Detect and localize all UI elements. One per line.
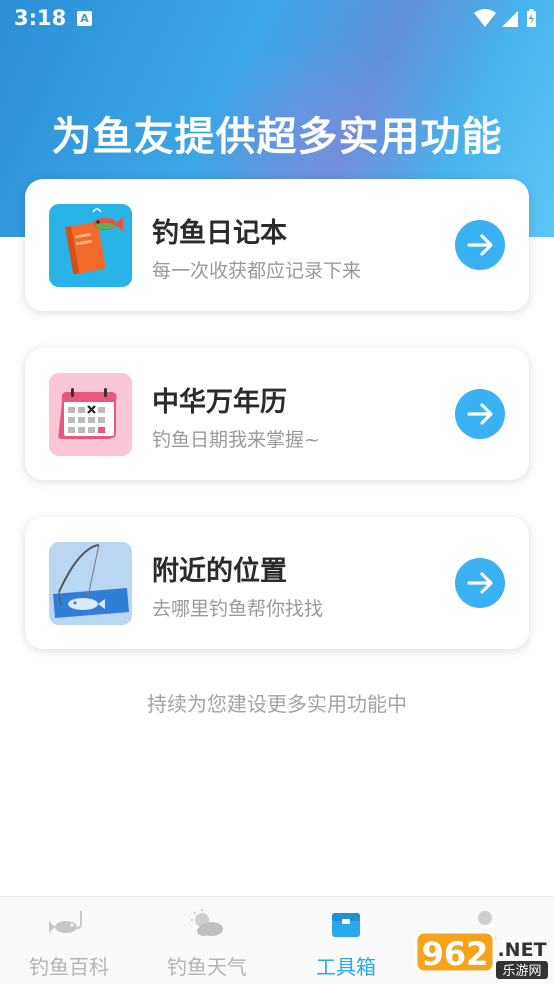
- hero-title: 为鱼友提供超多实用功能: [51, 114, 503, 160]
- fishing-location-icon: [49, 542, 132, 625]
- footer-note: 持续为您建设更多实用功能中: [147, 692, 407, 716]
- card-subtitle: 每一次收获都应记录下来: [152, 260, 362, 282]
- card-title: 中华万年历: [152, 387, 287, 418]
- card-title: 附近的位置: [152, 556, 287, 587]
- card-subtitle: 钓鱼日期我来掌握~: [152, 429, 320, 451]
- card-calendar[interactable]: 中华万年历 钓鱼日期我来掌握~: [25, 348, 529, 480]
- wifi-icon: [474, 9, 496, 27]
- card-fishing-diary[interactable]: 钓鱼日记本 每一次收获都应记录下来: [25, 179, 529, 311]
- tab-label: 钓鱼百科: [29, 955, 109, 979]
- fish-hook-icon: [49, 911, 82, 933]
- svg-text:.NET: .NET: [497, 939, 546, 961]
- status-icons: [474, 9, 536, 27]
- notification-icon: A: [77, 11, 92, 26]
- fishing-diary-icon: [49, 204, 132, 287]
- arrow-right-icon[interactable]: [455, 558, 505, 608]
- tab-toolbox[interactable]: 工具箱: [277, 897, 415, 984]
- tab-label: 钓鱼天气: [167, 955, 247, 979]
- toolbox-icon: [332, 913, 360, 937]
- svg-text:962: 962: [422, 935, 489, 973]
- tab-fishing-weather[interactable]: 钓鱼天气: [138, 897, 276, 984]
- card-title: 钓鱼日记本: [152, 218, 287, 249]
- tab-fishing-encyclopedia[interactable]: 钓鱼百科: [0, 897, 138, 984]
- svg-text:乐游网: 乐游网: [502, 964, 541, 979]
- watermark-logo: 962 .NET 乐游网: [414, 930, 548, 979]
- tab-label: 工具箱: [316, 955, 376, 979]
- arrow-right-icon[interactable]: [455, 389, 505, 439]
- calendar-icon: [49, 373, 132, 456]
- card-nearby-location[interactable]: 附近的位置 去哪里钓鱼帮你找找: [25, 517, 529, 649]
- card-subtitle: 去哪里钓鱼帮你找找: [152, 598, 324, 620]
- status-time: 3:18: [14, 6, 67, 30]
- signal-icon: [502, 11, 518, 27]
- weather-icon: [191, 909, 223, 936]
- status-bar: 3:18 A: [0, 0, 554, 36]
- arrow-right-icon[interactable]: [455, 220, 505, 270]
